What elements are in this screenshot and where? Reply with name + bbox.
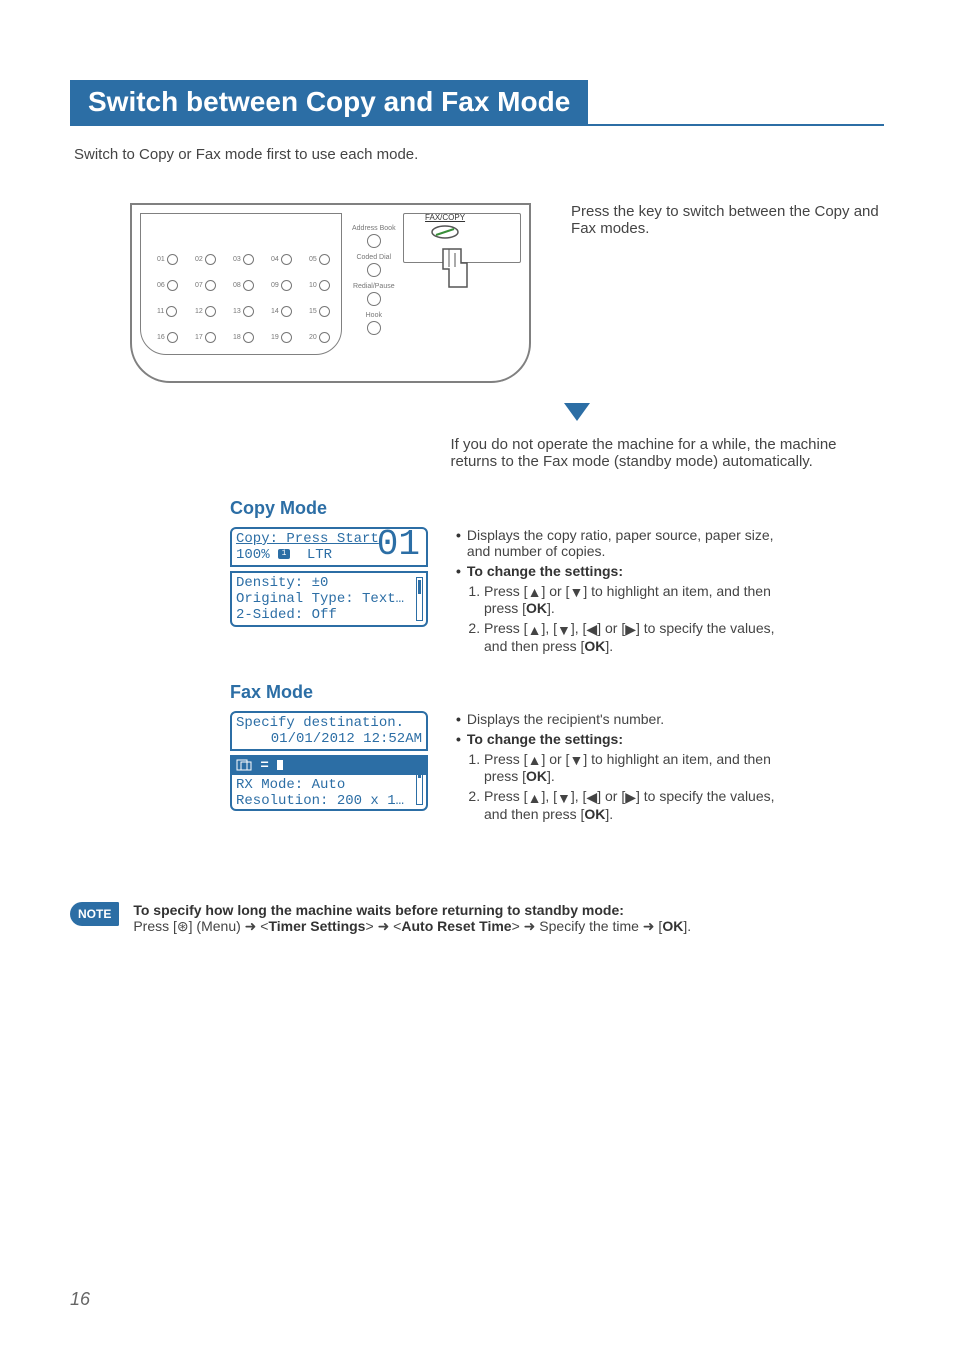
- fax-change-title: To change the settings:: [467, 731, 623, 747]
- onetouch-button: 15: [309, 300, 337, 322]
- faxcopy-label: FAX/COPY: [425, 213, 465, 222]
- onetouch-button: 09: [271, 274, 299, 296]
- onetouch-button: 06: [157, 274, 185, 296]
- onetouch-button: 13: [233, 300, 261, 322]
- copy-change-title: To change the settings:: [467, 563, 623, 579]
- control-panel-illustration: 01 02 03 04 05 06 07 08 09 10 11 12 13 14 15 16 17 18 19 20…: [130, 203, 531, 383]
- auto-return-text: If you do not operate the machine for a …: [450, 436, 884, 470]
- lead-text: Switch to Copy or Fax mode first to use …: [74, 146, 884, 163]
- panel-side-button: Hook: [352, 312, 396, 335]
- copy-step1: Press [▲] or [▼] to highlight an item, a…: [484, 583, 796, 616]
- onetouch-button: 02: [195, 248, 223, 270]
- panel-description: Press the key to switch between the Copy…: [571, 203, 884, 237]
- onetouch-button: 11: [157, 300, 185, 322]
- menu-icon: ⊛: [177, 918, 189, 934]
- page-number: 16: [70, 1289, 90, 1310]
- panel-side-button: Coded Dial: [352, 254, 396, 277]
- fax-doc-icon: [236, 759, 252, 771]
- panel-side-button: Redial/Pause: [352, 283, 396, 306]
- onetouch-button: 16: [157, 326, 185, 348]
- fax-mode-heading: Fax Mode: [230, 682, 884, 703]
- onetouch-button: 05: [309, 248, 337, 270]
- copy-lcd: Copy: Press Start 100% 1 LTR 01 Density:…: [230, 527, 428, 627]
- onetouch-button: 01: [157, 248, 185, 270]
- fax-step2: Press [▲], [▼], [◀] or [▶] to specify th…: [484, 788, 796, 822]
- hand-pointer-icon: [433, 239, 493, 304]
- onetouch-button: 08: [233, 274, 261, 296]
- panel-side-button: Address Book: [352, 225, 396, 248]
- faxcopy-button-icon: [430, 224, 460, 240]
- onetouch-button: 03: [233, 248, 261, 270]
- page-title: Switch between Copy and Fax Mode: [70, 80, 588, 124]
- onetouch-button: 04: [271, 248, 299, 270]
- note-badge: NOTE: [70, 902, 119, 926]
- fax-lcd: Specify destination. 01/01/2012 12:52AM …: [230, 711, 428, 811]
- onetouch-button: 07: [195, 274, 223, 296]
- onetouch-button: 14: [271, 300, 299, 322]
- copy-desc1: Displays the copy ratio, paper source, p…: [467, 527, 796, 559]
- fax-step1: Press [▲] or [▼] to highlight an item, a…: [484, 751, 796, 784]
- copy-step2: Press [▲], [▼], [◀] or [▶] to specify th…: [484, 620, 796, 654]
- note-text: To specify how long the machine waits be…: [133, 902, 691, 935]
- copy-mode-heading: Copy Mode: [230, 498, 884, 519]
- onetouch-button: 18: [233, 326, 261, 348]
- onetouch-button: 19: [271, 326, 299, 348]
- onetouch-button: 10: [309, 274, 337, 296]
- onetouch-button: 20: [309, 326, 337, 348]
- onetouch-button: 12: [195, 300, 223, 322]
- onetouch-button: 17: [195, 326, 223, 348]
- down-arrow-icon: [270, 403, 884, 428]
- fax-desc1: Displays the recipient's number.: [467, 711, 664, 727]
